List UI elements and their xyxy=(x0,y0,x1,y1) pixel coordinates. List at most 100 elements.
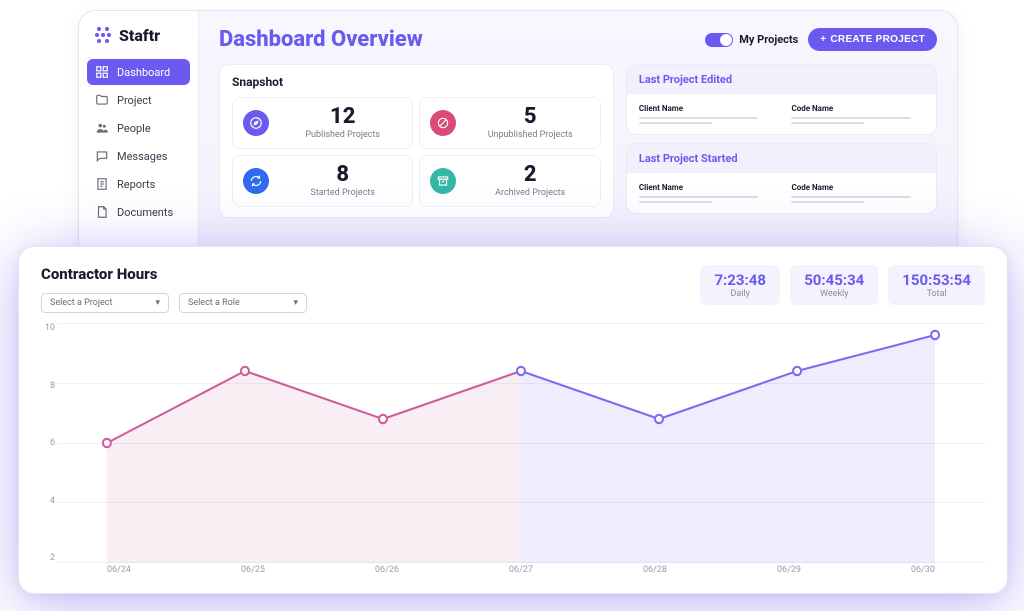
sidebar-item-messages[interactable]: Messages xyxy=(87,143,190,169)
x-tick: 06/26 xyxy=(375,565,399,583)
people-icon xyxy=(95,121,109,135)
timer-daily: 7:23:48 Daily xyxy=(700,265,780,305)
sidebar-item-label: Dashboard xyxy=(117,66,170,79)
last-project-edited-card: Last Project Edited Client Name Code Nam… xyxy=(626,64,937,135)
grid-icon xyxy=(95,65,109,79)
field-label: Client Name xyxy=(639,183,772,192)
timer-weekly: 50:45:34 Weekly xyxy=(790,265,878,305)
x-tick: 06/28 xyxy=(643,565,667,583)
x-tick: 06/27 xyxy=(509,565,533,583)
code-name-field: Code Name xyxy=(791,104,924,124)
x-axis: 06/24 06/25 06/26 06/27 06/28 06/29 06/3… xyxy=(57,565,985,583)
refresh-icon xyxy=(243,168,269,194)
stat-started: 8 Started Projects xyxy=(232,155,413,207)
timer-total: 150:53:54 Total xyxy=(888,265,985,305)
stat-grid: 12 Published Projects 5 Unpublished Proj… xyxy=(232,97,601,207)
card-title: Last Project Edited xyxy=(627,65,936,94)
toggle-track xyxy=(705,33,733,47)
field-label: Code Name xyxy=(791,104,924,113)
client-name-field: Client Name xyxy=(639,104,772,124)
logo-icon xyxy=(93,25,113,45)
eye-off-icon xyxy=(430,110,456,136)
compass-icon xyxy=(243,110,269,136)
select-label: Select a Role xyxy=(188,298,240,308)
stat-unpublished: 5 Unpublished Projects xyxy=(419,97,600,149)
sidebar-item-people[interactable]: People xyxy=(87,115,190,141)
select-label: Select a Project xyxy=(50,298,112,308)
snapshot-title: Snapshot xyxy=(232,75,601,89)
y-tick: 2 xyxy=(41,553,55,563)
chevron-down-icon: ▾ xyxy=(155,298,160,308)
timer-label: Total xyxy=(902,289,971,299)
message-icon xyxy=(95,149,109,163)
code-name-field: Code Name xyxy=(791,183,924,203)
sidebar: Staftr Dashboard Project People Messages xyxy=(79,11,199,259)
toggle-label: My Projects xyxy=(739,33,798,46)
sidebar-item-project[interactable]: Project xyxy=(87,87,190,113)
select-project-dropdown[interactable]: Select a Project ▾ xyxy=(41,293,169,313)
sidebar-item-documents[interactable]: Documents xyxy=(87,199,190,225)
folder-icon xyxy=(95,93,109,107)
last-project-started-card: Last Project Started Client Name Code Na… xyxy=(626,143,937,214)
chart-selectors: Select a Project ▾ Select a Role ▾ xyxy=(41,293,307,313)
field-label: Code Name xyxy=(791,183,924,192)
timer-value: 7:23:48 xyxy=(714,271,766,289)
timers: 7:23:48 Daily 50:45:34 Weekly 150:53:54 … xyxy=(700,265,985,305)
create-project-label: CREATE PROJECT xyxy=(830,34,925,45)
create-project-button[interactable]: + CREATE PROJECT xyxy=(808,28,937,51)
sidebar-item-label: Documents xyxy=(117,206,173,219)
y-tick: 4 xyxy=(41,496,55,506)
header: Dashboard Overview My Projects + CREATE … xyxy=(219,27,937,52)
stat-archived: 2 Archived Projects xyxy=(419,155,600,207)
plus-icon: + xyxy=(820,34,826,45)
timer-value: 150:53:54 xyxy=(902,271,971,289)
x-tick: 06/29 xyxy=(777,565,801,583)
sidebar-item-label: Project xyxy=(117,94,152,107)
chart-area: 10 8 6 4 2 06/24 06/25 06/26 06/27 06/28… xyxy=(57,323,985,583)
stat-value: 12 xyxy=(283,106,402,128)
chart-plot xyxy=(57,323,985,563)
snapshot-card: Snapshot 12 Published Projects xyxy=(219,64,614,218)
client-name-field: Client Name xyxy=(639,183,772,203)
field-label: Client Name xyxy=(639,104,772,113)
page-title: Dashboard Overview xyxy=(219,27,423,52)
sidebar-item-reports[interactable]: Reports xyxy=(87,171,190,197)
stat-label: Archived Projects xyxy=(470,188,589,198)
brand-name: Staftr xyxy=(119,26,160,45)
brand-logo: Staftr xyxy=(87,25,190,59)
x-tick: 06/25 xyxy=(241,565,265,583)
stat-value: 5 xyxy=(470,106,589,128)
chart-header: Contractor Hours Select a Project ▾ Sele… xyxy=(41,265,985,313)
x-tick: 06/30 xyxy=(911,565,935,583)
sidebar-item-label: Reports xyxy=(117,178,155,191)
main-panel: Dashboard Overview My Projects + CREATE … xyxy=(199,11,957,259)
content-columns: Snapshot 12 Published Projects xyxy=(219,64,937,218)
sidebar-item-label: Messages xyxy=(117,150,167,163)
chart-title: Contractor Hours xyxy=(41,265,307,283)
report-icon xyxy=(95,177,109,191)
card-title: Last Project Started xyxy=(627,144,936,173)
stat-published: 12 Published Projects xyxy=(232,97,413,149)
sidebar-item-dashboard[interactable]: Dashboard xyxy=(87,59,190,85)
stat-value: 2 xyxy=(470,164,589,186)
y-tick: 8 xyxy=(41,381,55,391)
chevron-down-icon: ▾ xyxy=(293,298,298,308)
y-tick: 6 xyxy=(41,438,55,448)
archive-icon xyxy=(430,168,456,194)
x-tick: 06/24 xyxy=(107,565,131,583)
stat-value: 8 xyxy=(283,164,402,186)
stat-label: Unpublished Projects xyxy=(470,130,589,140)
my-projects-toggle[interactable]: My Projects xyxy=(705,33,798,47)
timer-value: 50:45:34 xyxy=(804,271,864,289)
stat-label: Started Projects xyxy=(283,188,402,198)
timer-label: Daily xyxy=(714,289,766,299)
select-role-dropdown[interactable]: Select a Role ▾ xyxy=(179,293,307,313)
document-icon xyxy=(95,205,109,219)
y-axis: 10 8 6 4 2 xyxy=(41,323,55,563)
y-tick: 10 xyxy=(41,323,55,333)
contractor-hours-panel: Contractor Hours Select a Project ▾ Sele… xyxy=(18,246,1008,594)
timer-label: Weekly xyxy=(804,289,864,299)
header-actions: My Projects + CREATE PROJECT xyxy=(705,28,937,51)
sidebar-item-label: People xyxy=(117,122,151,135)
app-window: Staftr Dashboard Project People Messages xyxy=(78,10,958,260)
